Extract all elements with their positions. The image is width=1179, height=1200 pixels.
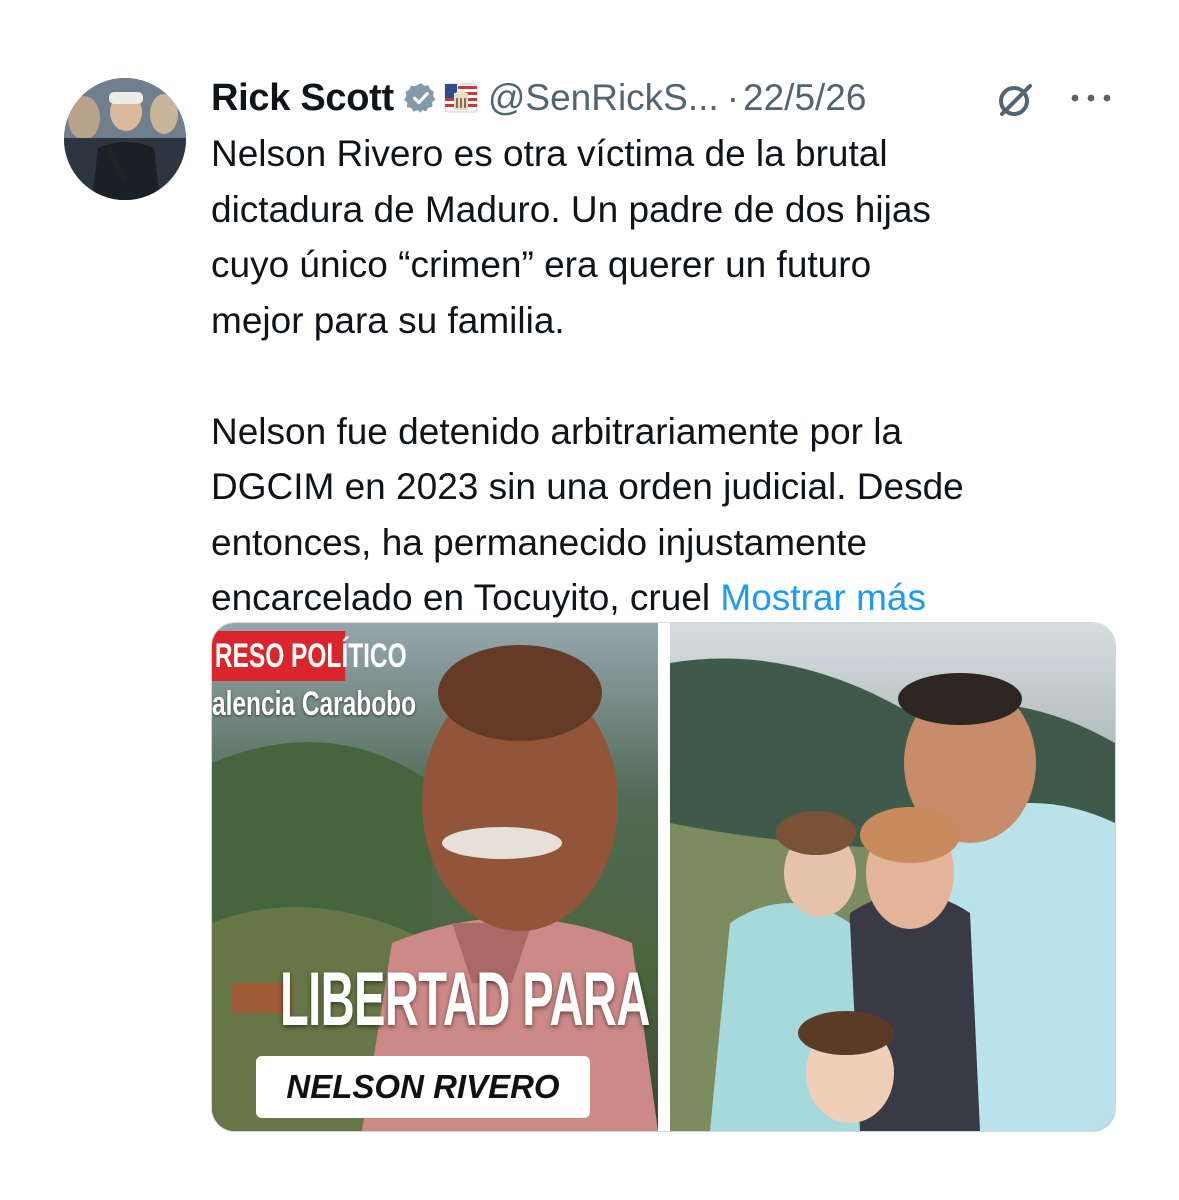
- tweet-text-line: DGCIM en 2023 sin una orden judicial. De…: [211, 466, 964, 507]
- tweet-text-line: mejor para su familia.: [211, 299, 565, 341]
- location-tag: alencia Carabobo: [212, 685, 417, 723]
- tweet-date[interactable]: 22/5/26: [743, 77, 866, 119]
- profile-avatar[interactable]: [64, 78, 186, 200]
- poster-headline: LIBERTAD PARA: [280, 957, 650, 1042]
- tweet-text-line-last: encarcelado en Tocuyito, cruel Mostrar m…: [211, 570, 1111, 626]
- tweet-content: Rick Scott @SenRickS... · 22/5/26 Nelson…: [211, 70, 1111, 626]
- tweet-text-line: Nelson fue detenido arbitrariamente por …: [211, 410, 903, 452]
- media-image-left[interactable]: RESO POLÍTICO alencia Carabobo: [212, 623, 658, 1131]
- tweet-text-line: dictadura de Maduro. Un padre de dos hij…: [211, 188, 931, 230]
- author-handle[interactable]: @SenRickS...: [488, 77, 719, 119]
- avatar-photo: [64, 78, 186, 200]
- tweet-text-line: Nelson Rivero es otra víctima de la brut…: [211, 133, 888, 174]
- tweet-header: Rick Scott @SenRickS... · 22/5/26: [211, 70, 1111, 126]
- grok-icon[interactable]: [993, 78, 1037, 122]
- header-separator: ·: [726, 77, 740, 118]
- author-name[interactable]: Rick Scott: [211, 77, 394, 120]
- verified-badge-icon[interactable]: [403, 81, 438, 115]
- more-options-icon[interactable]: [1067, 90, 1115, 106]
- poster-name-box: NELSON RIVERO: [256, 1056, 590, 1118]
- tweet-text-line: cuyo único “crimen” era querer un futuro: [211, 244, 872, 285]
- political-prisoner-tag: RESO POLÍTICO: [212, 631, 407, 681]
- family-photo: [670, 623, 1115, 1131]
- media-image-right[interactable]: [670, 623, 1115, 1131]
- tweet-text-fragment: encarcelado en Tocuyito, cruel: [211, 577, 721, 618]
- media-grid: RESO POLÍTICO alencia Carabobo LIBERTAD …: [211, 622, 1116, 1132]
- tweet-text-line: entonces, ha permanecido injustamente: [211, 521, 868, 563]
- tweet-text: Nelson Rivero es otra víctima de la brut…: [211, 126, 1111, 626]
- us-capitol-flag-icon: [444, 81, 478, 115]
- show-more-link[interactable]: Mostrar más: [720, 577, 926, 618]
